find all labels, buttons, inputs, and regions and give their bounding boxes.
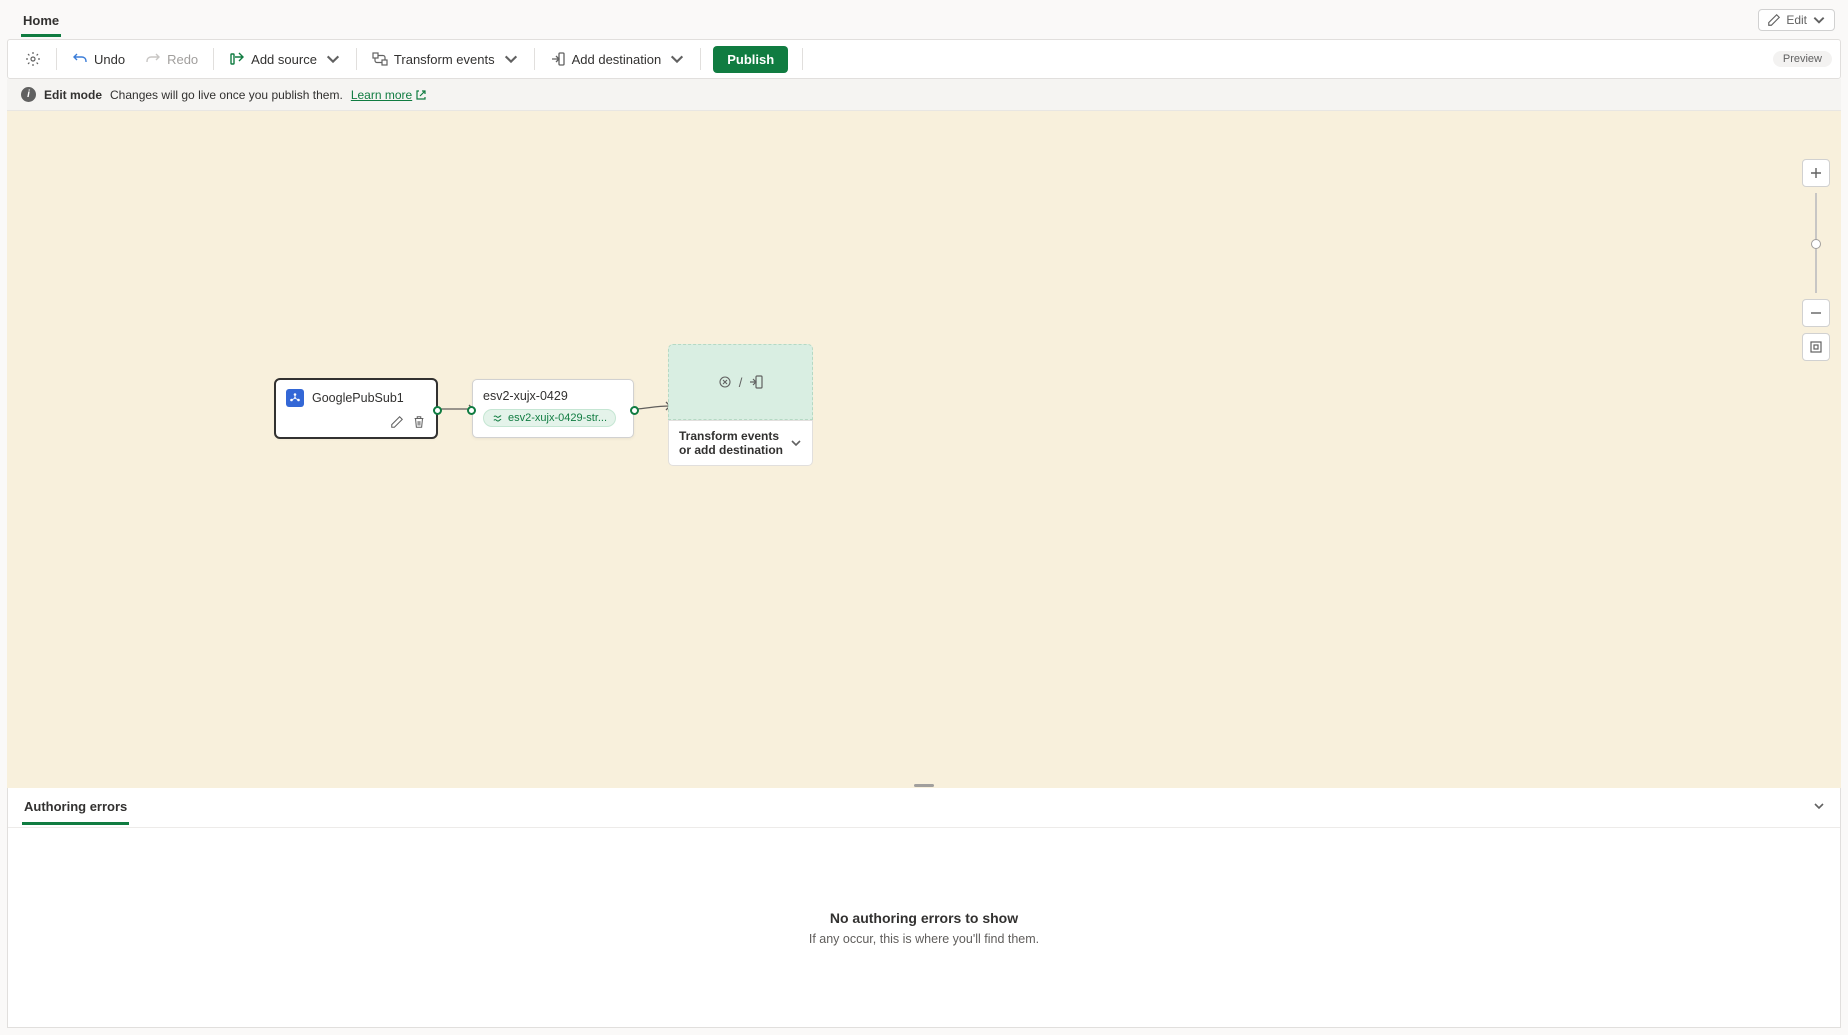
toolbar: Undo Redo Add source Transform events Ad…	[7, 39, 1841, 79]
add-destination-icon	[550, 51, 566, 67]
open-external-icon	[415, 89, 427, 101]
empty-title: No authoring errors to show	[830, 910, 1018, 926]
add-dropdown[interactable]: Transform events or add destination	[668, 420, 813, 466]
transform-events-button[interactable]: Transform events	[363, 46, 528, 72]
add-destination-label: Add destination	[572, 52, 662, 67]
undo-label: Undo	[94, 52, 125, 67]
node-stream-title: esv2-xujx-0429	[483, 389, 623, 403]
redo-icon	[145, 51, 161, 67]
redo-button: Redo	[136, 46, 207, 72]
zoom-in-button[interactable]	[1802, 159, 1830, 187]
stream-chip-label: esv2-xujx-0429-str...	[508, 412, 607, 424]
pencil-icon[interactable]	[390, 415, 404, 429]
collapse-panel-button[interactable]	[1812, 799, 1826, 816]
chevron-down-icon	[1812, 799, 1826, 813]
transform-label: Transform events	[394, 52, 495, 67]
node-add-placeholder: / Transform events or add destination	[668, 344, 813, 466]
zoom-slider[interactable]	[1815, 193, 1817, 293]
zoom-thumb[interactable]	[1811, 239, 1821, 249]
add-source-icon	[229, 51, 245, 67]
port-in[interactable]	[467, 406, 476, 415]
node-source-title: GooglePubSub1	[312, 391, 404, 405]
stream-icon	[492, 413, 503, 424]
tab-home[interactable]: Home	[21, 7, 61, 37]
tab-authoring-errors[interactable]: Authoring errors	[22, 791, 129, 825]
port-out[interactable]	[630, 406, 639, 415]
minus-icon	[1809, 306, 1823, 320]
edit-mode-dropdown[interactable]: Edit	[1758, 9, 1835, 31]
redo-label: Redo	[167, 52, 198, 67]
add-destination-button[interactable]: Add destination	[541, 46, 695, 72]
publish-button[interactable]: Publish	[713, 46, 788, 73]
undo-icon	[72, 51, 88, 67]
settings-button[interactable]	[16, 46, 50, 72]
add-top: /	[668, 344, 813, 420]
zoom-fit-button[interactable]	[1802, 333, 1830, 361]
plus-icon	[1809, 166, 1823, 180]
info-bar: i Edit mode Changes will go live once yo…	[7, 79, 1841, 111]
zoom-controls	[1802, 159, 1830, 361]
empty-subtitle: If any occur, this is where you'll find …	[809, 932, 1039, 946]
node-source[interactable]: GooglePubSub1	[275, 379, 437, 438]
info-icon: i	[21, 87, 36, 102]
add-source-button[interactable]: Add source	[220, 46, 350, 72]
transform-icon	[372, 51, 388, 67]
zoom-out-button[interactable]	[1802, 299, 1830, 327]
transform-icon	[717, 374, 733, 390]
learn-more-link[interactable]: Learn more	[351, 88, 427, 102]
info-mode: Edit mode	[44, 88, 102, 102]
add-source-label: Add source	[251, 52, 317, 67]
gear-icon	[25, 51, 41, 67]
stream-chip[interactable]: esv2-xujx-0429-str...	[483, 409, 616, 427]
add-label: Transform events or add destination	[679, 429, 789, 457]
destination-icon	[748, 374, 764, 390]
chevron-down-icon	[503, 51, 519, 67]
pencil-icon	[1767, 13, 1781, 27]
chevron-down-icon	[325, 51, 341, 67]
chevron-down-icon	[790, 437, 802, 449]
learn-more-label: Learn more	[351, 88, 412, 102]
chevron-down-icon	[1812, 13, 1826, 27]
node-stream[interactable]: esv2-xujx-0429 esv2-xujx-0429-str...	[472, 379, 634, 438]
chevron-down-icon	[669, 51, 685, 67]
edit-mode-label: Edit	[1786, 13, 1807, 27]
preview-pill[interactable]: Preview	[1773, 51, 1832, 67]
port-out[interactable]	[433, 406, 442, 415]
fit-icon	[1809, 340, 1823, 354]
pubsub-icon	[286, 389, 304, 407]
undo-button[interactable]: Undo	[63, 46, 134, 72]
canvas[interactable]: GooglePubSub1 esv2-xujx-0429 esv2-xujx-0…	[7, 111, 1841, 788]
info-msg: Changes will go live once you publish th…	[110, 88, 343, 102]
trash-icon[interactable]	[412, 415, 426, 429]
